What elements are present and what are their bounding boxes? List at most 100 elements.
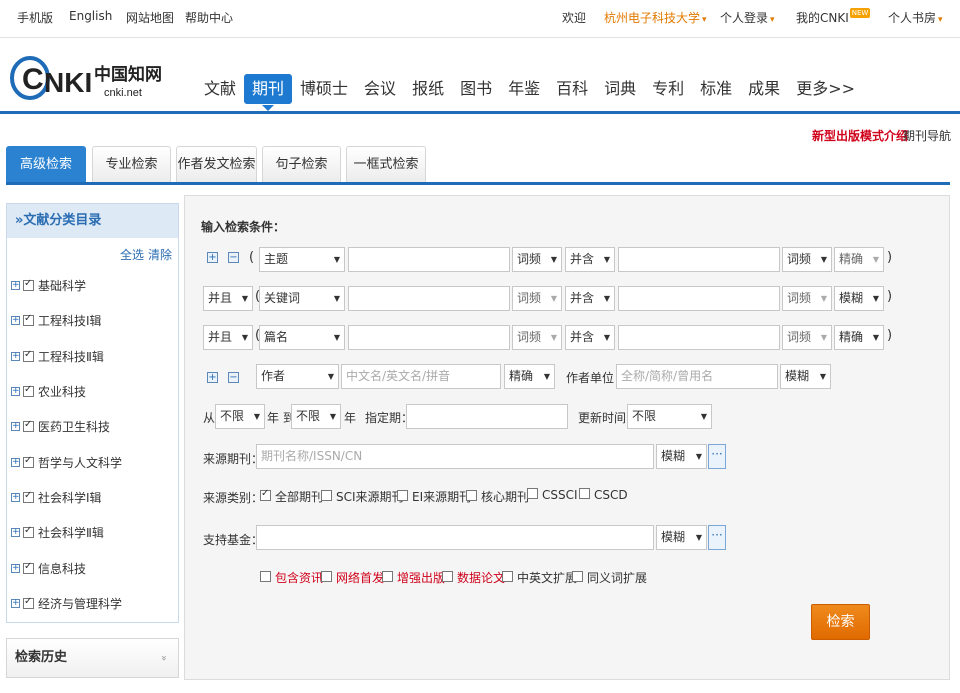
category-checkbox[interactable] (23, 561, 34, 574)
mobile-link[interactable]: 手机版 (17, 9, 53, 26)
nav-item-yearbook[interactable]: 年鉴 (500, 74, 548, 104)
cnki-logo[interactable]: C NKI 中国知网 cnki.net (8, 50, 168, 104)
mycnki-link[interactable]: 我的CNKI NEW (796, 8, 871, 26)
extra-cn-en-expand[interactable]: 中英文扩展 (502, 569, 577, 586)
field-select-1[interactable]: 主题 ▼ (259, 247, 345, 272)
expand-icon[interactable]: + (11, 457, 20, 467)
freq-select-1a[interactable]: 词频 ▼ (512, 247, 562, 272)
chevron-down-icon[interactable]: » (144, 655, 182, 661)
login-link[interactable]: 个人登录 ▾ (720, 9, 775, 26)
study-link[interactable]: 个人书房 ▾ (888, 9, 943, 26)
category-checkbox[interactable] (23, 384, 34, 398)
year-from-select[interactable]: 不限 ▼ (215, 404, 265, 429)
category-checkbox[interactable] (23, 490, 34, 503)
nav-item-dictionary[interactable]: 词典 (596, 74, 644, 104)
org-input[interactable]: 全称/简称/曾用名 (616, 364, 778, 389)
list-item[interactable]: + 工程科技Ⅱ辑 (7, 339, 178, 374)
operator-select-2[interactable]: 并含 ▼ (565, 286, 615, 311)
fund-match-select[interactable]: 模糊 ▼ (656, 525, 707, 550)
list-item[interactable]: + 经济与管理科学 (7, 586, 178, 621)
sitemap-link[interactable]: 网站地图 (126, 9, 174, 26)
update-time-select[interactable]: 不限 ▼ (627, 404, 712, 429)
help-link[interactable]: 帮助中心 (185, 9, 233, 26)
category-option-all[interactable]: 全部期刊 (260, 488, 323, 505)
category-option-ei[interactable]: EI来源期刊 (397, 488, 471, 505)
list-item[interactable]: + 工程科技Ⅰ辑 (7, 303, 178, 338)
author-match-select[interactable]: 精确 ▼ (504, 364, 555, 389)
match-select-3[interactable]: 精确 ▼ (834, 325, 884, 350)
keyword-input-2a[interactable] (348, 286, 510, 311)
source-match-select[interactable]: 模糊 ▼ (656, 444, 707, 469)
freq-select-3a[interactable]: 词频 ▼ (512, 325, 562, 350)
freq-select-2b[interactable]: 词频 ▼ (782, 286, 832, 311)
specified-period-input[interactable] (406, 404, 568, 429)
nav-item-encyclopedia[interactable]: 百科 (548, 74, 596, 104)
freq-select-2a[interactable]: 词频 ▼ (512, 286, 562, 311)
add-author-icon[interactable]: + (207, 372, 218, 383)
match-select-2[interactable]: 模糊 ▼ (834, 286, 884, 311)
tab-professional-search[interactable]: 专业检索 (92, 146, 171, 182)
category-checkbox[interactable] (23, 278, 34, 292)
category-option-sci[interactable]: SCI来源期刊 (321, 488, 404, 505)
author-input[interactable]: 中文名/英文名/拼音 (341, 364, 501, 389)
category-option-cssci[interactable]: CSSCI (527, 488, 578, 502)
tab-single-box-search[interactable]: 一框式检索 (346, 146, 426, 182)
fund-input[interactable] (256, 525, 654, 550)
clear-link[interactable]: 清除 (148, 248, 172, 262)
extra-include-news[interactable]: 包含资讯 (260, 569, 323, 586)
field-select-3[interactable]: 篇名 ▼ (259, 325, 345, 350)
category-checkbox[interactable] (23, 525, 34, 539)
tab-author-search[interactable]: 作者发文检索 (176, 146, 257, 182)
add-row-icon[interactable]: + (207, 252, 218, 263)
list-item[interactable]: + 医药卫生科技 (7, 409, 178, 444)
operator-select-1[interactable]: 并含 ▼ (565, 247, 615, 272)
freq-select-1b[interactable]: 词频 ▼ (782, 247, 832, 272)
remove-author-icon[interactable]: − (228, 372, 239, 383)
extra-synonym-expand[interactable]: 同义词扩展 (572, 569, 647, 586)
university-name[interactable]: 杭州电子科技大学 ▾ (604, 9, 707, 26)
english-link[interactable]: English (69, 9, 112, 23)
nav-item-thesis[interactable]: 博硕士 (292, 74, 356, 104)
keyword-input-1a[interactable] (348, 247, 510, 272)
expand-icon[interactable]: + (11, 316, 20, 326)
list-item[interactable]: + 社会科学Ⅰ辑 (7, 480, 178, 515)
journal-nav-link[interactable]: 期刊导航 (903, 127, 951, 144)
extra-data-paper[interactable]: 数据论文 (442, 569, 505, 586)
keyword-input-1b[interactable] (618, 247, 780, 272)
more-options-icon[interactable]: ··· (708, 444, 726, 469)
tab-advanced-search[interactable]: 高级检索 (6, 146, 86, 182)
expand-icon[interactable]: + (11, 351, 20, 361)
year-to-select[interactable]: 不限 ▼ (291, 404, 341, 429)
keyword-input-3a[interactable] (348, 325, 510, 350)
list-item[interactable]: + 信息科技 (7, 550, 178, 585)
expand-icon[interactable]: + (11, 598, 20, 608)
nav-item-book[interactable]: 图书 (452, 74, 500, 104)
search-history-header[interactable]: 检索历史 » (6, 638, 179, 678)
expand-icon[interactable]: + (11, 281, 20, 291)
author-type-select[interactable]: 作者 ▼ (256, 364, 339, 389)
expand-icon[interactable]: + (11, 422, 20, 432)
expand-icon[interactable]: + (11, 528, 20, 538)
list-item[interactable]: + 农业科技 (7, 374, 178, 409)
keyword-input-3b[interactable] (618, 325, 780, 350)
new-model-link[interactable]: 新型出版模式介绍 (812, 127, 908, 144)
field-select-2[interactable]: 关键词 ▼ (259, 286, 345, 311)
search-button[interactable]: 检索 (811, 604, 870, 640)
list-item[interactable]: + 社会科学Ⅱ辑 (7, 515, 178, 550)
match-select-1[interactable]: 精确 ▼ (834, 247, 884, 272)
category-checkbox[interactable] (23, 419, 34, 433)
category-checkbox[interactable] (23, 455, 34, 468)
keyword-input-2b[interactable] (618, 286, 780, 311)
logic-select-3[interactable]: 并且 ▼ (203, 325, 253, 350)
category-checkbox[interactable] (23, 349, 34, 362)
expand-icon[interactable]: + (11, 492, 20, 502)
extra-online-first[interactable]: 网络首发 (321, 569, 384, 586)
source-journal-input[interactable]: 期刊名称/ISSN/CN (256, 444, 654, 469)
operator-select-3[interactable]: 并含 ▼ (565, 325, 615, 350)
nav-item-patent[interactable]: 专利 (644, 74, 692, 104)
nav-item-more[interactable]: 更多>> (788, 74, 863, 104)
select-all-link[interactable]: 全选 (120, 248, 144, 262)
list-item[interactable]: + 基础科学 (7, 268, 178, 303)
nav-item-standard[interactable]: 标准 (692, 74, 740, 104)
extra-enhanced[interactable]: 增强出版 (382, 569, 445, 586)
